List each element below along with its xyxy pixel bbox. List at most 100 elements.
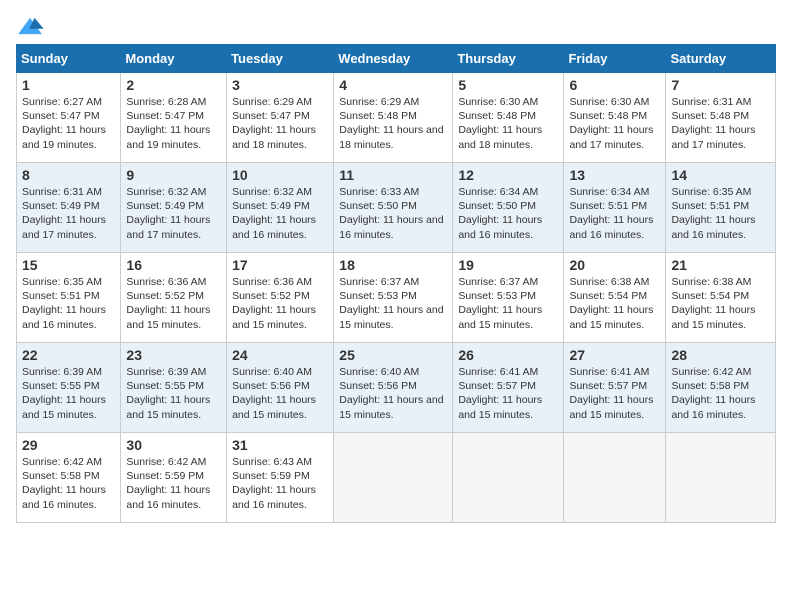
header-cell-friday: Friday (564, 45, 666, 73)
day-info: Sunrise: 6:32 AMSunset: 5:49 PMDaylight:… (126, 186, 210, 241)
day-number: 1 (22, 77, 115, 93)
header-cell-wednesday: Wednesday (334, 45, 453, 73)
day-number: 11 (339, 167, 447, 183)
calendar-table: SundayMondayTuesdayWednesdayThursdayFrid… (16, 44, 776, 523)
day-cell-9: 9 Sunrise: 6:32 AMSunset: 5:49 PMDayligh… (121, 163, 227, 253)
day-number: 18 (339, 257, 447, 273)
day-info: Sunrise: 6:40 AMSunset: 5:56 PMDaylight:… (339, 366, 443, 421)
day-number: 23 (126, 347, 221, 363)
day-info: Sunrise: 6:30 AMSunset: 5:48 PMDaylight:… (458, 96, 542, 151)
day-cell-19: 19 Sunrise: 6:37 AMSunset: 5:53 PMDaylig… (453, 253, 564, 343)
header-row: SundayMondayTuesdayWednesdayThursdayFrid… (17, 45, 776, 73)
day-number: 13 (569, 167, 660, 183)
day-number: 19 (458, 257, 558, 273)
day-info: Sunrise: 6:28 AMSunset: 5:47 PMDaylight:… (126, 96, 210, 151)
day-cell-7: 7 Sunrise: 6:31 AMSunset: 5:48 PMDayligh… (666, 73, 776, 163)
calendar-week-5: 29 Sunrise: 6:42 AMSunset: 5:58 PMDaylig… (17, 433, 776, 523)
empty-cell (666, 433, 776, 523)
header-cell-monday: Monday (121, 45, 227, 73)
empty-cell (453, 433, 564, 523)
day-info: Sunrise: 6:29 AMSunset: 5:48 PMDaylight:… (339, 96, 443, 151)
day-cell-5: 5 Sunrise: 6:30 AMSunset: 5:48 PMDayligh… (453, 73, 564, 163)
day-cell-20: 20 Sunrise: 6:38 AMSunset: 5:54 PMDaylig… (564, 253, 666, 343)
day-number: 5 (458, 77, 558, 93)
day-cell-28: 28 Sunrise: 6:42 AMSunset: 5:58 PMDaylig… (666, 343, 776, 433)
header-cell-saturday: Saturday (666, 45, 776, 73)
day-cell-18: 18 Sunrise: 6:37 AMSunset: 5:53 PMDaylig… (334, 253, 453, 343)
day-info: Sunrise: 6:38 AMSunset: 5:54 PMDaylight:… (569, 276, 653, 331)
day-number: 15 (22, 257, 115, 273)
header-cell-sunday: Sunday (17, 45, 121, 73)
day-cell-15: 15 Sunrise: 6:35 AMSunset: 5:51 PMDaylig… (17, 253, 121, 343)
day-cell-13: 13 Sunrise: 6:34 AMSunset: 5:51 PMDaylig… (564, 163, 666, 253)
day-info: Sunrise: 6:36 AMSunset: 5:52 PMDaylight:… (232, 276, 316, 331)
day-number: 12 (458, 167, 558, 183)
day-info: Sunrise: 6:31 AMSunset: 5:49 PMDaylight:… (22, 186, 106, 241)
day-info: Sunrise: 6:42 AMSunset: 5:58 PMDaylight:… (22, 456, 106, 511)
day-cell-12: 12 Sunrise: 6:34 AMSunset: 5:50 PMDaylig… (453, 163, 564, 253)
day-number: 24 (232, 347, 328, 363)
day-info: Sunrise: 6:35 AMSunset: 5:51 PMDaylight:… (22, 276, 106, 331)
day-cell-31: 31 Sunrise: 6:43 AMSunset: 5:59 PMDaylig… (227, 433, 334, 523)
day-number: 17 (232, 257, 328, 273)
day-number: 16 (126, 257, 221, 273)
day-cell-22: 22 Sunrise: 6:39 AMSunset: 5:55 PMDaylig… (17, 343, 121, 433)
day-info: Sunrise: 6:37 AMSunset: 5:53 PMDaylight:… (458, 276, 542, 331)
day-number: 25 (339, 347, 447, 363)
day-cell-16: 16 Sunrise: 6:36 AMSunset: 5:52 PMDaylig… (121, 253, 227, 343)
day-number: 9 (126, 167, 221, 183)
day-number: 20 (569, 257, 660, 273)
day-number: 31 (232, 437, 328, 453)
day-info: Sunrise: 6:37 AMSunset: 5:53 PMDaylight:… (339, 276, 443, 331)
day-number: 2 (126, 77, 221, 93)
day-cell-25: 25 Sunrise: 6:40 AMSunset: 5:56 PMDaylig… (334, 343, 453, 433)
day-number: 26 (458, 347, 558, 363)
day-number: 28 (671, 347, 770, 363)
day-cell-17: 17 Sunrise: 6:36 AMSunset: 5:52 PMDaylig… (227, 253, 334, 343)
day-info: Sunrise: 6:36 AMSunset: 5:52 PMDaylight:… (126, 276, 210, 331)
day-info: Sunrise: 6:34 AMSunset: 5:50 PMDaylight:… (458, 186, 542, 241)
day-cell-24: 24 Sunrise: 6:40 AMSunset: 5:56 PMDaylig… (227, 343, 334, 433)
calendar-week-2: 8 Sunrise: 6:31 AMSunset: 5:49 PMDayligh… (17, 163, 776, 253)
day-cell-2: 2 Sunrise: 6:28 AMSunset: 5:47 PMDayligh… (121, 73, 227, 163)
header (16, 16, 776, 36)
day-cell-4: 4 Sunrise: 6:29 AMSunset: 5:48 PMDayligh… (334, 73, 453, 163)
day-cell-26: 26 Sunrise: 6:41 AMSunset: 5:57 PMDaylig… (453, 343, 564, 433)
day-cell-6: 6 Sunrise: 6:30 AMSunset: 5:48 PMDayligh… (564, 73, 666, 163)
day-info: Sunrise: 6:32 AMSunset: 5:49 PMDaylight:… (232, 186, 316, 241)
calendar-week-1: 1 Sunrise: 6:27 AMSunset: 5:47 PMDayligh… (17, 73, 776, 163)
day-info: Sunrise: 6:43 AMSunset: 5:59 PMDaylight:… (232, 456, 316, 511)
day-cell-27: 27 Sunrise: 6:41 AMSunset: 5:57 PMDaylig… (564, 343, 666, 433)
day-info: Sunrise: 6:27 AMSunset: 5:47 PMDaylight:… (22, 96, 106, 151)
day-info: Sunrise: 6:34 AMSunset: 5:51 PMDaylight:… (569, 186, 653, 241)
empty-cell (564, 433, 666, 523)
calendar-week-3: 15 Sunrise: 6:35 AMSunset: 5:51 PMDaylig… (17, 253, 776, 343)
day-number: 22 (22, 347, 115, 363)
day-number: 7 (671, 77, 770, 93)
day-info: Sunrise: 6:39 AMSunset: 5:55 PMDaylight:… (126, 366, 210, 421)
day-cell-3: 3 Sunrise: 6:29 AMSunset: 5:47 PMDayligh… (227, 73, 334, 163)
day-info: Sunrise: 6:35 AMSunset: 5:51 PMDaylight:… (671, 186, 755, 241)
day-cell-14: 14 Sunrise: 6:35 AMSunset: 5:51 PMDaylig… (666, 163, 776, 253)
day-number: 27 (569, 347, 660, 363)
day-number: 8 (22, 167, 115, 183)
day-number: 6 (569, 77, 660, 93)
header-cell-thursday: Thursday (453, 45, 564, 73)
day-info: Sunrise: 6:41 AMSunset: 5:57 PMDaylight:… (569, 366, 653, 421)
day-cell-10: 10 Sunrise: 6:32 AMSunset: 5:49 PMDaylig… (227, 163, 334, 253)
day-info: Sunrise: 6:42 AMSunset: 5:59 PMDaylight:… (126, 456, 210, 511)
day-info: Sunrise: 6:42 AMSunset: 5:58 PMDaylight:… (671, 366, 755, 421)
day-info: Sunrise: 6:39 AMSunset: 5:55 PMDaylight:… (22, 366, 106, 421)
day-cell-30: 30 Sunrise: 6:42 AMSunset: 5:59 PMDaylig… (121, 433, 227, 523)
logo (16, 16, 48, 36)
day-info: Sunrise: 6:40 AMSunset: 5:56 PMDaylight:… (232, 366, 316, 421)
day-cell-8: 8 Sunrise: 6:31 AMSunset: 5:49 PMDayligh… (17, 163, 121, 253)
day-number: 21 (671, 257, 770, 273)
day-info: Sunrise: 6:30 AMSunset: 5:48 PMDaylight:… (569, 96, 653, 151)
day-number: 10 (232, 167, 328, 183)
calendar-week-4: 22 Sunrise: 6:39 AMSunset: 5:55 PMDaylig… (17, 343, 776, 433)
day-info: Sunrise: 6:41 AMSunset: 5:57 PMDaylight:… (458, 366, 542, 421)
day-cell-23: 23 Sunrise: 6:39 AMSunset: 5:55 PMDaylig… (121, 343, 227, 433)
day-number: 4 (339, 77, 447, 93)
day-number: 14 (671, 167, 770, 183)
